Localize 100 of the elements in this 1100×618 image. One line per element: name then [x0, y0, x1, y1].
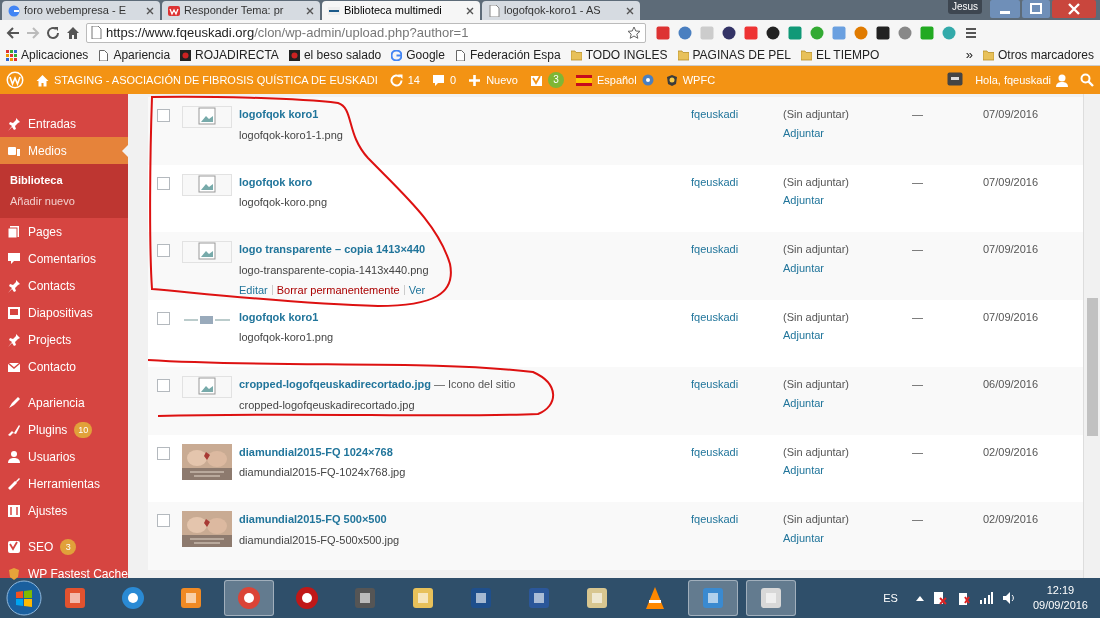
row-action-link[interactable]: Editar — [239, 282, 268, 299]
author-link[interactable]: fqeuskadi — [691, 308, 783, 325]
sidebar-item[interactable]: Contacto — [0, 353, 128, 380]
bookmark[interactable]: PAGINAS DE PEL — [677, 46, 791, 64]
browser-tab[interactable]: Responder Tema: pr — [162, 1, 320, 20]
broken-image-icon[interactable] — [182, 106, 232, 128]
sidebar-item[interactable]: Diapositivas — [0, 299, 128, 326]
attach-link[interactable]: Adjuntar — [783, 259, 824, 276]
checkbox[interactable] — [157, 514, 170, 527]
file-title-link[interactable]: logofqok koro — [239, 175, 313, 188]
notification-icon[interactable] — [947, 72, 964, 88]
signal-icon[interactable] — [978, 592, 993, 604]
extension-icon[interactable] — [766, 25, 780, 40]
close-icon[interactable] — [1052, 0, 1096, 18]
profile-badge[interactable]: Jesus — [947, 0, 982, 14]
home-icon[interactable] — [66, 25, 80, 40]
file-title-link[interactable]: diamundial2015-FQ 500×500 — [239, 513, 387, 525]
bookmark[interactable]: ROJADIRECTA — [180, 46, 279, 64]
browser-tab[interactable]: foro webempresa - E — [2, 1, 160, 20]
bookmark[interactable]: Otros marcadores — [982, 46, 1094, 64]
wordpress-logo[interactable] — [6, 71, 24, 89]
checkbox[interactable] — [157, 379, 170, 392]
extension-icon[interactable] — [876, 25, 890, 40]
address-bar[interactable]: https://www.fqeuskadi.org/clon/wp-admin/upload.php?author=1 — [86, 22, 646, 43]
sidebar-item[interactable]: Medios — [0, 137, 128, 164]
author-link[interactable]: fqeuskadi — [691, 241, 783, 258]
author-link[interactable]: fqeuskadi — [691, 173, 783, 190]
star-icon[interactable] — [627, 25, 641, 40]
scrollbar[interactable] — [1083, 94, 1100, 578]
thumbnail[interactable] — [182, 313, 232, 326]
clock[interactable]: 12:19 09/09/2016 — [1032, 583, 1088, 613]
broken-image-icon[interactable] — [182, 376, 232, 398]
extension-icon[interactable] — [722, 25, 736, 40]
file-title-link[interactable]: logofqok koro1 — [239, 108, 319, 120]
author-link[interactable]: fqeuskadi — [691, 106, 783, 123]
row-action-link[interactable]: Borrar permanentemente — [276, 282, 400, 299]
attach-link[interactable]: Adjuntar — [783, 192, 824, 209]
sidebar-item[interactable]: Apariencia — [0, 389, 128, 416]
checkbox[interactable] — [157, 244, 170, 257]
back-icon[interactable] — [6, 25, 20, 40]
author-link[interactable]: fqeuskadi — [691, 511, 783, 528]
browser-tab[interactable]: Biblioteca multimedi — [322, 1, 480, 20]
date-text: 02/09/2016 — [983, 445, 1039, 458]
close-icon[interactable] — [146, 6, 154, 15]
sidebar-item[interactable]: WP Fastest Cache — [0, 560, 128, 587]
bookmark[interactable]: Federación Espa — [454, 46, 561, 64]
author-link[interactable]: fqeuskadi — [691, 443, 783, 460]
sidebar-item[interactable]: Usuarios — [0, 443, 128, 470]
bookmark[interactable]: Google — [391, 46, 445, 64]
attach-link[interactable]: Adjuntar — [783, 394, 824, 411]
author-link[interactable]: fqeuskadi — [691, 376, 783, 393]
sidebar-item[interactable]: SEO 3 — [0, 533, 128, 560]
sidebar-item[interactable]: Comentarios — [0, 245, 128, 272]
taskbar-button[interactable] — [224, 580, 274, 616]
search-icon[interactable] — [1080, 73, 1094, 87]
attach-link[interactable]: Adjuntar — [783, 124, 824, 141]
submenu-item[interactable]: Biblioteca — [0, 170, 128, 191]
file-title-link[interactable]: diamundial2015-FQ 1024×768 — [239, 445, 393, 458]
sidebar-item[interactable]: Ajustes — [0, 497, 128, 524]
checkbox[interactable] — [157, 446, 170, 460]
bookmark[interactable]: TODO INGLES — [570, 46, 668, 64]
bookmark[interactable]: el beso salado — [288, 46, 382, 64]
bookmark[interactable]: Apariencia — [98, 46, 171, 64]
file-title-link[interactable]: cropped-logofqeuskadirecortado.jpg — [239, 378, 431, 390]
volume-icon[interactable] — [1001, 591, 1016, 605]
show-hidden-icon[interactable] — [915, 595, 924, 601]
broken-image-icon[interactable] — [182, 173, 232, 196]
apps-icon — [6, 49, 17, 61]
language-indicator[interactable]: ES — [883, 589, 898, 607]
reload-icon[interactable] — [46, 25, 60, 40]
broken-image-icon[interactable] — [182, 241, 232, 263]
attach-link[interactable]: Adjuntar — [783, 462, 824, 479]
attach-link[interactable]: Adjuntar — [783, 327, 824, 344]
taskbar-button[interactable] — [746, 580, 796, 616]
checkbox[interactable] — [157, 109, 170, 122]
file-title-link[interactable]: logofqok koro1 — [239, 310, 319, 323]
checkbox[interactable] — [157, 176, 170, 190]
menu-icon[interactable] — [964, 25, 978, 40]
app-icon — [410, 585, 436, 611]
sidebar-item[interactable]: Contacts — [0, 272, 128, 299]
minimize-icon[interactable] — [990, 0, 1020, 18]
close-icon[interactable] — [306, 6, 314, 15]
bookmark[interactable]: EL TIEMPO — [801, 46, 880, 64]
browser-tab[interactable]: logofqok-koro1 - AS — [482, 1, 640, 20]
sidebar-item[interactable]: Projects — [0, 326, 128, 353]
bookmark[interactable]: Aplicaciones — [6, 46, 89, 64]
sidebar-item[interactable]: Herramientas — [0, 470, 128, 497]
sidebar-item[interactable]: Entradas — [0, 110, 128, 137]
more-bookmarks-button[interactable]: » — [965, 45, 973, 65]
sidebar-item[interactable]: Pages — [0, 218, 128, 245]
file-title-link[interactable]: logo transparente – copia 1413×440 — [239, 243, 426, 255]
row-action-link[interactable]: Ver — [408, 282, 426, 299]
close-icon[interactable] — [466, 6, 474, 15]
submenu-item[interactable]: Añadir nuevo — [0, 191, 128, 212]
attach-link[interactable]: Adjuntar — [783, 529, 824, 546]
start-button[interactable] — [6, 580, 42, 616]
sidebar-item[interactable]: Plugins 10 — [0, 416, 128, 443]
checkbox[interactable] — [157, 311, 170, 325]
close-icon[interactable] — [626, 6, 634, 15]
maximize-icon[interactable] — [1022, 0, 1050, 18]
